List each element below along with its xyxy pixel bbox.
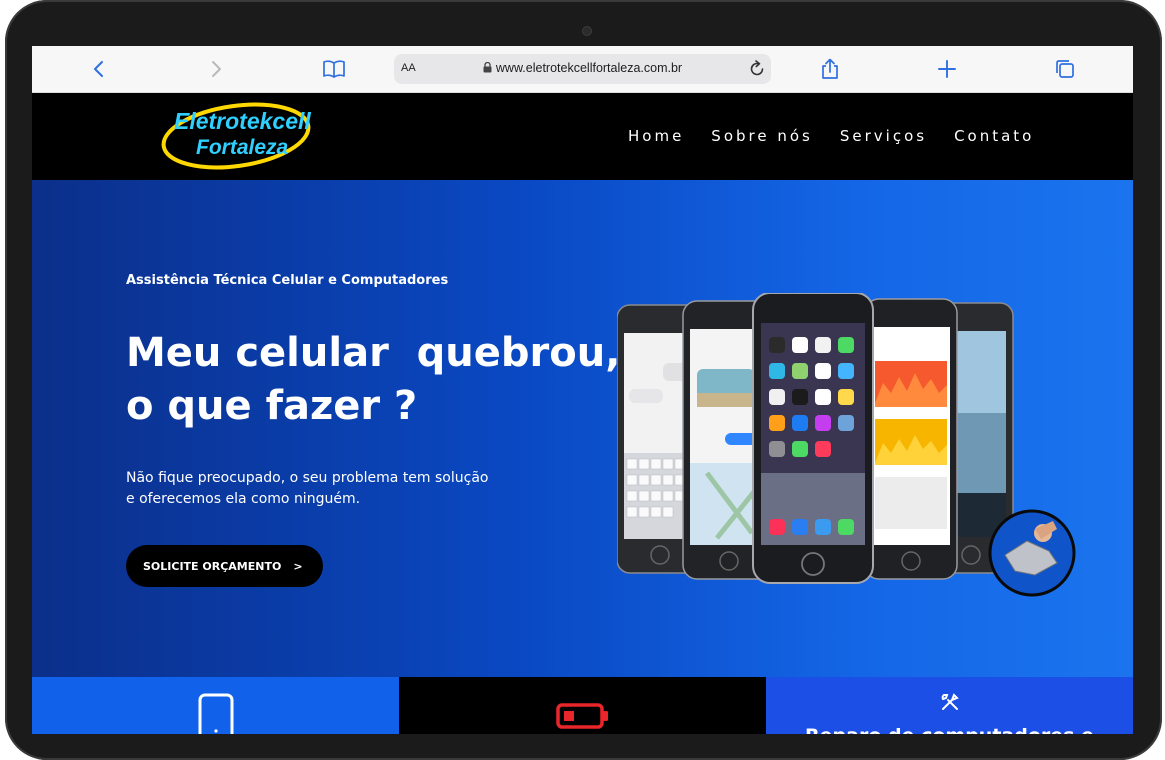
lock-icon xyxy=(483,62,492,73)
phone-icon xyxy=(198,693,234,734)
camera xyxy=(583,27,591,35)
forward-icon[interactable] xyxy=(204,58,228,80)
browser-toolbar: AA www.eletrotekcellfortaleza.com.br xyxy=(32,46,1133,93)
url-text: www.eletrotekcellfortaleza.com.br xyxy=(495,61,683,75)
address-bar[interactable]: AA www.eletrotekcellfortaleza.com.br xyxy=(394,54,771,84)
plus-icon[interactable] xyxy=(935,58,959,80)
battery-icon xyxy=(556,703,608,729)
main-menu: Home Sobre nós Serviços Contato xyxy=(628,127,1061,145)
share-icon[interactable] xyxy=(818,58,842,80)
menu-item-contato[interactable]: Contato xyxy=(954,127,1034,145)
tabs-icon[interactable] xyxy=(1053,58,1077,80)
service-card-title: Reparo de computadores e xyxy=(766,725,1133,734)
menu-item-sobre[interactable]: Sobre nós xyxy=(711,127,813,145)
book-icon[interactable] xyxy=(322,58,346,80)
description-line-1: Não fique preocupado, o seu problema tem… xyxy=(126,470,489,486)
hero-headline: Meu celular quebrou, o que fazer ? xyxy=(126,327,621,433)
site-header: Eletrotekcell Fortaleza Home Sobre nós S… xyxy=(32,93,1133,180)
headline-line-2: o que fazer ? xyxy=(126,383,418,429)
hero-kicker: Assistência Técnica Celular e Computador… xyxy=(126,273,449,288)
reload-icon[interactable] xyxy=(749,60,765,81)
description-line-2: e oferecemos ela como ninguém. xyxy=(126,491,361,507)
repair-badge xyxy=(988,509,1076,597)
tools-icon xyxy=(941,693,959,710)
phone-right xyxy=(864,298,958,580)
service-card-phone[interactable] xyxy=(32,677,399,734)
menu-item-servicos[interactable]: Serviços xyxy=(840,127,927,145)
site-logo[interactable]: Eletrotekcell Fortaleza xyxy=(160,99,312,171)
headline-line-1: Meu celular quebrou, xyxy=(126,330,621,376)
menu-item-home[interactable]: Home xyxy=(628,127,684,145)
screen: AA www.eletrotekcellfortaleza.com.br Ele… xyxy=(32,46,1133,734)
hero-section: Assistência Técnica Celular e Computador… xyxy=(32,180,1133,677)
hero-description: Não fique preocupado, o seu problema tem… xyxy=(126,468,506,510)
svg-text:Eletrotekcell: Eletrotekcell xyxy=(174,108,311,134)
chevron-right-icon: > xyxy=(293,559,303,573)
service-card-battery[interactable] xyxy=(399,677,766,734)
phone-center xyxy=(752,293,874,584)
back-icon[interactable] xyxy=(87,58,111,80)
quote-button[interactable]: SOLICITE ORÇAMENTO > xyxy=(126,545,323,587)
quote-button-label: SOLICITE ORÇAMENTO xyxy=(143,559,282,573)
service-card-computers[interactable]: Reparo de computadores e xyxy=(766,677,1133,734)
phones-illustration xyxy=(617,293,1076,597)
svg-text:Fortaleza: Fortaleza xyxy=(196,136,289,159)
services-strip: Reparo de computadores e xyxy=(32,677,1133,734)
